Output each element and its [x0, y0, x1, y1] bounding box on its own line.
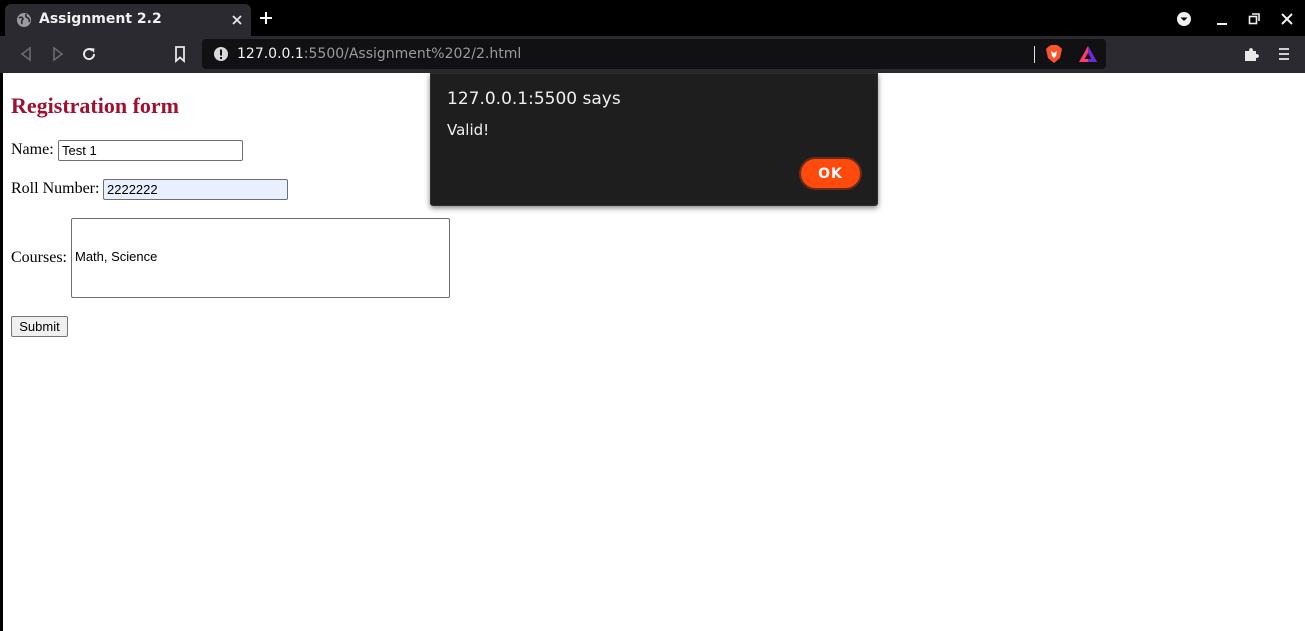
back-arrow-icon[interactable]	[17, 45, 35, 63]
brave-rewards-icon[interactable]	[1078, 45, 1098, 63]
page-title: Registration form	[11, 93, 180, 118]
roll-number-label: Roll Number:	[11, 180, 100, 197]
ok-button[interactable]: OK	[799, 157, 862, 190]
plus-icon[interactable]	[258, 10, 274, 26]
brave-shield-icon[interactable]	[1045, 44, 1063, 64]
info-icon[interactable]	[213, 46, 229, 62]
tab-title: Assignment 2.2	[39, 11, 162, 27]
browser-tab[interactable]: Assignment 2.2	[5, 4, 251, 36]
bookmark-icon[interactable]	[171, 45, 189, 63]
url-host: 127.0.0.1	[237, 46, 304, 62]
alert-dialog: 127.0.0.1:5500 says Valid! OK	[430, 73, 878, 206]
close-icon[interactable]	[1280, 11, 1294, 25]
roll-number-input[interactable]	[103, 179, 288, 200]
chevron-down-circle-icon[interactable]	[1177, 11, 1191, 26]
browser-toolbar: 127.0.0.1:5500/Assignment%202/2.html	[0, 36, 1305, 73]
dialog-message: Valid!	[447, 121, 490, 139]
puzzle-icon[interactable]	[1242, 45, 1260, 63]
name-label: Name:	[11, 141, 54, 158]
hamburger-menu-icon[interactable]	[1275, 45, 1293, 63]
address-bar[interactable]: 127.0.0.1:5500/Assignment%202/2.html	[202, 39, 1106, 69]
address-bar-divider	[1034, 46, 1035, 63]
name-input[interactable]	[58, 140, 243, 161]
url-text: 127.0.0.1:5500/Assignment%202/2.html	[237, 46, 521, 62]
courses-label: Courses:	[11, 249, 67, 266]
url-path: :5500/Assignment%202/2.html	[303, 46, 522, 62]
submit-button[interactable]: Submit	[11, 316, 68, 337]
reload-icon[interactable]	[80, 45, 98, 63]
courses-textarea[interactable]: Math, Science	[71, 218, 450, 298]
tab-strip: Assignment 2.2	[0, 0, 1305, 36]
minimize-icon[interactable]	[1215, 11, 1229, 25]
dialog-title: 127.0.0.1:5500 says	[447, 89, 621, 109]
restore-icon[interactable]	[1247, 11, 1261, 25]
globe-icon	[16, 12, 32, 28]
forward-arrow-icon[interactable]	[49, 45, 67, 63]
close-icon[interactable]	[229, 12, 245, 28]
